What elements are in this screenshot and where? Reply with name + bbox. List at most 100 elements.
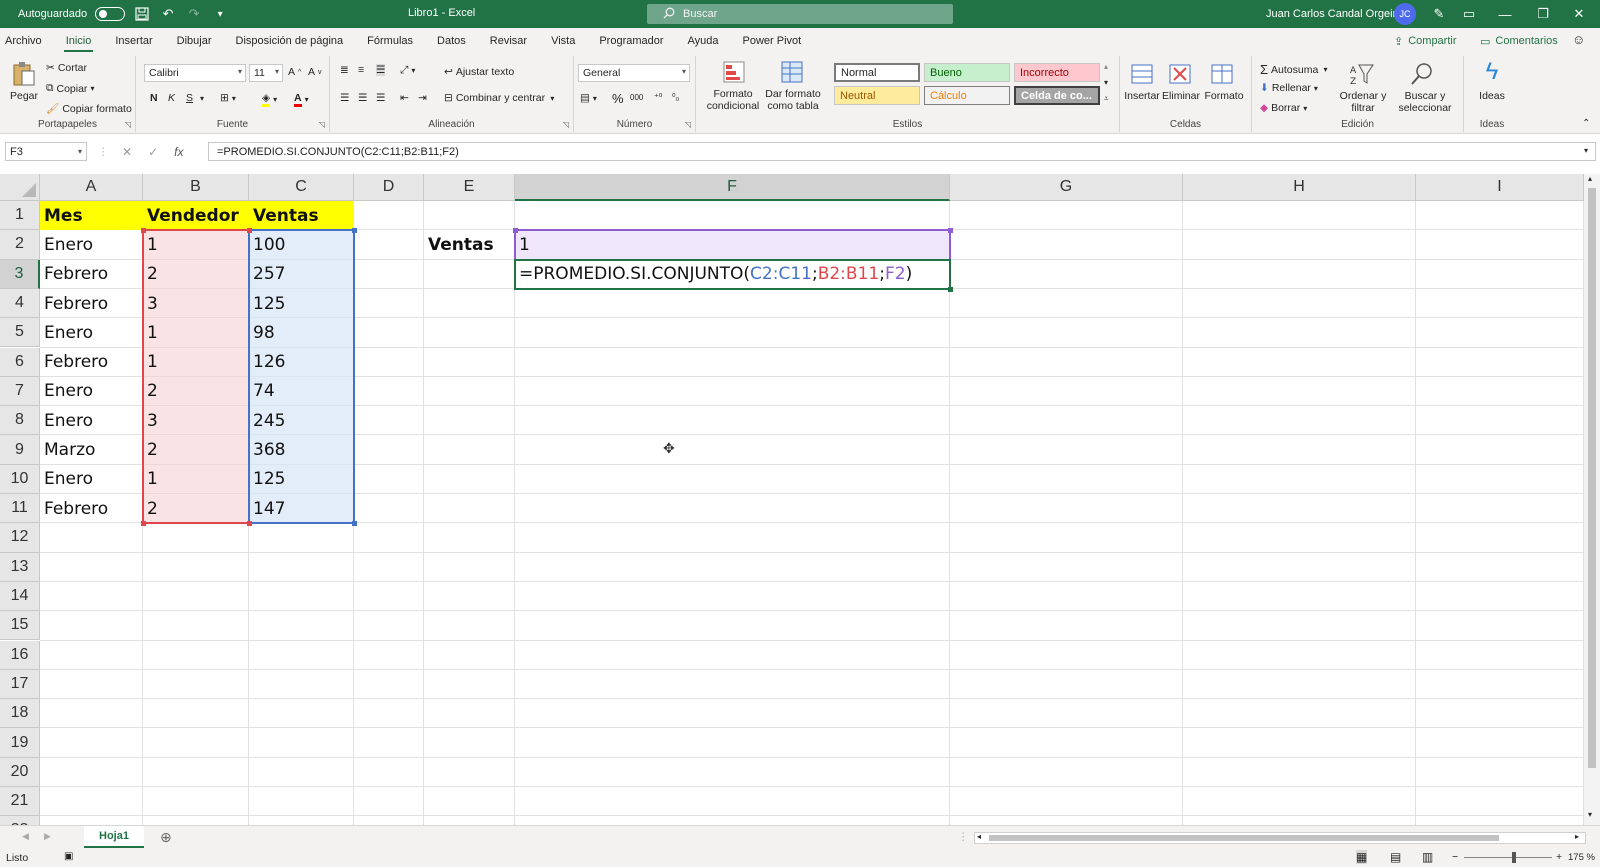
fill-handle[interactable] — [948, 286, 953, 292]
tab-disposicion[interactable]: Disposición de página — [224, 28, 356, 54]
cut-button[interactable]: ✂ Cortar — [46, 62, 87, 74]
dialog-launcher-icon[interactable]: ◹ — [319, 120, 325, 129]
row-header-2[interactable]: 2 — [0, 230, 40, 260]
font-size-select[interactable]: 11 ▾ — [249, 64, 283, 82]
share-button[interactable]: ⇪ Compartir — [1388, 32, 1463, 50]
data-cell[interactable]: 1 — [143, 318, 249, 347]
clear-button[interactable]: ◆ Borrar ▾ — [1260, 102, 1307, 114]
undo-icon[interactable]: ↶ — [159, 5, 177, 23]
sheet-tab-hoja1[interactable]: Hoja1 — [84, 826, 144, 848]
row-header-16[interactable]: 16 — [0, 640, 40, 670]
sort-filter-icon[interactable]: AZ — [1348, 60, 1376, 88]
avatar[interactable]: JC — [1394, 3, 1416, 25]
data-cell[interactable]: 1 — [143, 465, 249, 494]
vertical-scrollbar[interactable]: ▴ ▾ — [1584, 174, 1600, 825]
row-header-3[interactable]: 3 — [0, 259, 40, 289]
styles-scroll-down-icon[interactable]: ▾ — [1104, 78, 1108, 87]
align-center-icon[interactable]: ☰ — [358, 92, 367, 104]
formula-input[interactable]: =PROMEDIO.SI.CONJUNTO(C2:C11;B2:B11;F2) — [208, 142, 1596, 161]
data-cell[interactable]: 2 — [143, 260, 249, 289]
tab-split-grip-icon[interactable]: ⋮ — [958, 831, 969, 843]
style-check-cell[interactable]: Celda de co... — [1014, 86, 1100, 105]
grow-font-icon[interactable]: A ^ — [288, 66, 301, 78]
paste-icon[interactable] — [10, 60, 38, 88]
font-color-icon[interactable]: A ▾ — [294, 92, 309, 107]
tab-power-pivot[interactable]: Power Pivot — [731, 28, 814, 54]
scroll-up-icon[interactable]: ▴ — [1588, 174, 1592, 183]
row-header-11[interactable]: 11 — [0, 494, 40, 524]
data-cell[interactable]: 2 — [143, 435, 249, 464]
format-as-table-button[interactable]: Dar formato como tabla — [764, 88, 822, 112]
scroll-left-icon[interactable]: ◂ — [977, 832, 981, 841]
collapse-ribbon-icon[interactable]: ⌃ — [1582, 118, 1590, 129]
column-header-h[interactable]: H — [1183, 174, 1416, 201]
header-cell-a[interactable]: Mes — [40, 201, 143, 230]
zoom-out-icon[interactable]: − — [1452, 851, 1458, 863]
row-header-10[interactable]: 10 — [0, 464, 40, 494]
number-format-select[interactable]: General ▾ — [578, 64, 690, 82]
comments-button[interactable]: ▭ Comentarios — [1474, 32, 1564, 50]
shrink-font-icon[interactable]: Av — [308, 66, 322, 78]
horizontal-scrollbar[interactable]: ◂ ▸ — [974, 832, 1586, 844]
data-cell[interactable]: Enero — [40, 377, 143, 406]
row-header-22[interactable]: 22 — [0, 816, 40, 825]
dialog-launcher-icon[interactable]: ◹ — [685, 120, 691, 129]
prev-sheet-icon[interactable]: ◀ — [22, 831, 29, 842]
percent-icon[interactable]: % — [612, 91, 624, 106]
worksheet-grid[interactable]: A B C D E F G H I 1 2 3 4 5 6 7 8 9 10 11 12 13 14 15 16 17 18 19 20… — [0, 174, 1600, 825]
zoom-slider-thumb[interactable] — [1512, 852, 1516, 863]
tab-programador[interactable]: Programador — [587, 28, 675, 54]
vertical-scroll-thumb[interactable] — [1588, 188, 1596, 768]
style-normal[interactable]: Normal — [834, 63, 920, 82]
horizontal-scroll-thumb[interactable] — [989, 835, 1499, 841]
enter-check-icon[interactable]: ✓ — [148, 145, 158, 159]
column-header-f[interactable]: F — [515, 174, 950, 201]
data-cell[interactable]: 125 — [249, 465, 354, 494]
data-cell[interactable]: Enero — [40, 318, 143, 347]
data-cell[interactable]: 3 — [143, 289, 249, 318]
zoom-slider[interactable] — [1464, 857, 1552, 858]
data-cell[interactable]: Enero — [40, 406, 143, 435]
page-layout-view-icon[interactable]: ▤ — [1390, 850, 1401, 864]
row-header-7[interactable]: 7 — [0, 376, 40, 407]
column-header-g[interactable]: G — [950, 174, 1183, 201]
data-cell[interactable]: 74 — [249, 377, 354, 406]
row-header-21[interactable]: 21 — [0, 787, 40, 817]
underline-dropdown-icon[interactable]: ▾ — [200, 94, 204, 103]
data-cell[interactable]: 257 — [249, 260, 354, 289]
underline-button[interactable]: S — [186, 92, 193, 104]
feedback-smiley-icon[interactable]: ☺ — [1572, 32, 1585, 47]
column-header-b[interactable]: B — [143, 174, 249, 201]
insert-function-icon[interactable]: fx — [174, 145, 183, 159]
data-cell[interactable]: 2 — [143, 377, 249, 406]
align-left-icon[interactable]: ☰ — [340, 92, 349, 104]
minimize-icon[interactable]: — — [1486, 0, 1524, 28]
autosum-button[interactable]: Σ Autosuma ▾ — [1260, 62, 1328, 77]
ribbon-display-icon[interactable]: ▭ — [1450, 0, 1488, 28]
criteria-value-f2[interactable]: 1 — [515, 230, 950, 259]
row-header-8[interactable]: 8 — [0, 406, 40, 436]
header-cell-b[interactable]: Vendedor — [143, 201, 249, 230]
header-cell-c[interactable]: Ventas — [249, 201, 354, 230]
wrap-text-button[interactable]: ↩ Ajustar texto — [444, 66, 514, 78]
italic-button[interactable]: K — [168, 92, 175, 104]
tab-dibujar[interactable]: Dibujar — [165, 28, 224, 54]
format-as-table-icon[interactable] — [778, 58, 806, 86]
column-header-c[interactable]: C — [249, 174, 354, 201]
user-name[interactable]: Juan Carlos Candal Orgeira — [1266, 8, 1402, 20]
insert-cells-icon[interactable] — [1128, 60, 1156, 88]
row-header-5[interactable]: 5 — [0, 318, 40, 348]
sort-filter-button[interactable]: Ordenar y filtrar — [1336, 90, 1390, 114]
macro-record-icon[interactable]: ▣ — [64, 851, 73, 862]
data-cell[interactable]: 100 — [249, 230, 354, 259]
row-header-9[interactable]: 9 — [0, 435, 40, 465]
font-name-select[interactable]: Calibri ▾ — [144, 64, 246, 82]
insert-cells-button[interactable]: Insertar — [1122, 90, 1162, 102]
column-header-a[interactable]: A — [40, 174, 143, 201]
zoom-in-icon[interactable]: + — [1556, 851, 1562, 863]
customize-toolbar-icon[interactable]: ▾ — [211, 5, 229, 23]
row-header-19[interactable]: 19 — [0, 728, 40, 758]
align-middle-icon[interactable]: ≡ — [358, 64, 364, 76]
select-all-corner[interactable] — [0, 174, 40, 201]
row-header-6[interactable]: 6 — [0, 347, 40, 377]
